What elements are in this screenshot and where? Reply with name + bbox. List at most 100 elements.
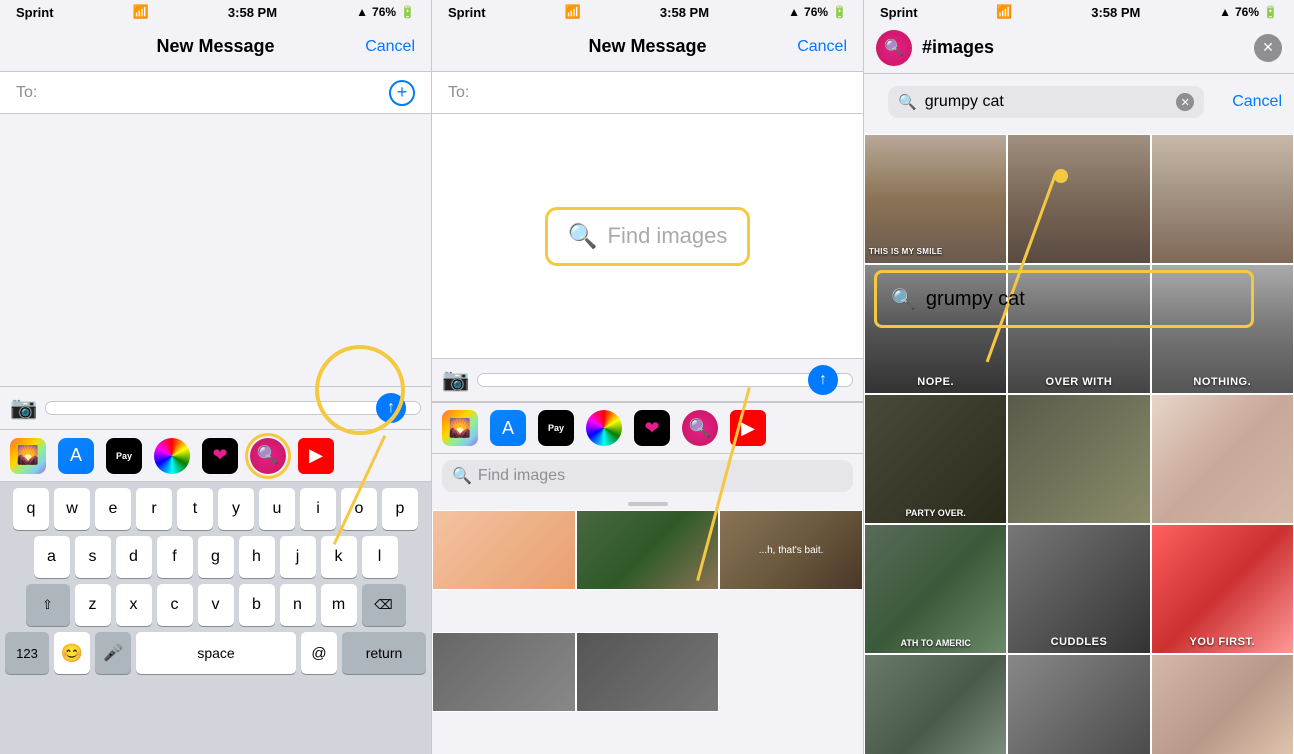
gif-cell-3[interactable]: ...h, that's bait.	[719, 510, 863, 590]
key-z[interactable]: z	[75, 584, 111, 626]
add-recipient-button-1[interactable]: +	[389, 80, 415, 106]
key-o[interactable]: o	[341, 488, 377, 530]
gif-cell-5[interactable]	[576, 632, 720, 712]
key-h[interactable]: h	[239, 536, 275, 578]
appstore-icon-1[interactable]: A	[58, 438, 94, 474]
cuddles-text: CUDDLES	[1051, 636, 1108, 649]
cat-cell-10[interactable]: ATH TO AMERIC	[864, 524, 1007, 654]
cat-cell-4[interactable]: NOPE.	[864, 264, 1007, 394]
cat-cell-9[interactable]	[1151, 394, 1294, 524]
search-bar-3[interactable]: 🔍 ✕	[888, 86, 1204, 118]
key-v[interactable]: v	[198, 584, 234, 626]
search-input-3[interactable]	[925, 93, 1169, 111]
camera-icon-1[interactable]: 📷	[10, 395, 37, 421]
key-y[interactable]: y	[218, 488, 254, 530]
right-icons-2: ▲ 76% 🔋	[788, 5, 847, 19]
key-return[interactable]: return	[342, 632, 426, 674]
key-w[interactable]: w	[54, 488, 90, 530]
gif-cell-inner-1	[433, 511, 575, 589]
cancel-button-1[interactable]: Cancel	[365, 38, 415, 56]
message-input-1[interactable]: ↑	[45, 401, 421, 415]
key-at[interactable]: @	[301, 632, 337, 674]
over-with-text: OVER WITH	[1046, 376, 1113, 389]
key-x[interactable]: x	[116, 584, 152, 626]
gif-cell-4[interactable]	[432, 632, 576, 712]
key-c[interactable]: c	[157, 584, 193, 626]
photos-icon-1[interactable]: 🌄	[10, 438, 46, 474]
appstore-icon-2[interactable]: A	[490, 410, 526, 446]
applepay-icon-2[interactable]: Pay	[538, 410, 574, 446]
right-icons-1: ▲ 76% 🔋	[356, 5, 415, 19]
key-emoji[interactable]: 😊	[54, 632, 90, 674]
cat-cell-7[interactable]: PARTY OVER.	[864, 394, 1007, 524]
key-k[interactable]: k	[321, 536, 357, 578]
message-input-row-1: 📷 ↑	[0, 386, 431, 430]
key-e[interactable]: e	[95, 488, 131, 530]
cat-cell-11[interactable]: CUDDLES	[1007, 524, 1150, 654]
close-images-button[interactable]: ✕	[1254, 34, 1282, 62]
cancel-button-2[interactable]: Cancel	[797, 38, 847, 56]
key-t[interactable]: t	[177, 488, 213, 530]
camera-icon-2[interactable]: 📷	[442, 367, 469, 393]
find-images-search-box[interactable]: 🔍 Find images	[545, 207, 751, 266]
key-delete[interactable]: ⌫	[362, 584, 406, 626]
cat-cell-13[interactable]: I GOT PETTED ONCE	[864, 654, 1007, 754]
cancel-button-3[interactable]: Cancel	[1232, 93, 1282, 111]
cat-cell-inner-7: PARTY OVER.	[865, 395, 1006, 523]
clear-search-button-3[interactable]: ✕	[1176, 93, 1194, 111]
status-bar-3: Sprint 📶 3:58 PM ▲ 76% 🔋	[864, 0, 1294, 22]
youtube-icon-1[interactable]: ▶	[298, 438, 334, 474]
key-d[interactable]: d	[116, 536, 152, 578]
key-shift[interactable]: ⇧	[26, 584, 70, 626]
cat-cell-inner-13: I GOT PETTED ONCE	[865, 655, 1006, 754]
key-a[interactable]: a	[34, 536, 70, 578]
send-button-2[interactable]: ↑	[808, 365, 838, 395]
search-gif-icon-2[interactable]: 🔍	[682, 410, 718, 446]
search-icon-3: 🔍	[898, 93, 917, 111]
to-input-1[interactable]	[43, 84, 389, 102]
key-numbers[interactable]: 123	[5, 632, 49, 674]
key-mic[interactable]: 🎤	[95, 632, 131, 674]
colorful-icon-2[interactable]	[586, 410, 622, 446]
colorful-icon-1[interactable]	[154, 438, 190, 474]
cat-cell-3[interactable]	[1151, 134, 1294, 264]
key-p[interactable]: p	[382, 488, 418, 530]
phone-panel-1: Sprint 📶 3:58 PM ▲ 76% 🔋 New Message Can…	[0, 0, 432, 754]
key-i[interactable]: i	[300, 488, 336, 530]
key-s[interactable]: s	[75, 536, 111, 578]
heart-icon-1[interactable]: ❤	[202, 438, 238, 474]
find-images-bar-2[interactable]: 🔍 Find images	[442, 460, 853, 492]
gif-cell-inner-5	[577, 633, 719, 711]
cat-cell-1[interactable]: THIS IS MY SMILE	[864, 134, 1007, 264]
key-f[interactable]: f	[157, 536, 193, 578]
key-u[interactable]: u	[259, 488, 295, 530]
cat-cell-5[interactable]: OVER WITH	[1007, 264, 1150, 394]
to-input-2[interactable]	[475, 84, 847, 102]
key-l[interactable]: l	[362, 536, 398, 578]
key-space[interactable]: space	[136, 632, 296, 674]
message-input-2[interactable]: ↑	[477, 373, 853, 387]
send-button-1[interactable]: ↑	[376, 393, 406, 423]
cat-cell-6[interactable]: NOTHING.	[1151, 264, 1294, 394]
search-gif-icon-1[interactable]: 🔍	[250, 438, 286, 474]
photos-icon-2[interactable]: 🌄	[442, 410, 478, 446]
battery-2: 76%	[804, 5, 828, 19]
find-images-bar-label: Find images	[478, 467, 565, 485]
cat-cell-14[interactable]	[1007, 654, 1150, 754]
cat-cell-inner-5: OVER WITH	[1008, 265, 1149, 393]
key-q[interactable]: q	[13, 488, 49, 530]
search-row-3: 🔍 ✕ Cancel	[864, 74, 1294, 130]
cat-cell-12[interactable]: YOU FIRST.	[1151, 524, 1294, 654]
key-j[interactable]: j	[280, 536, 316, 578]
scroll-handle-2	[628, 502, 668, 506]
heart-icon-2[interactable]: ❤	[634, 410, 670, 446]
key-g[interactable]: g	[198, 536, 234, 578]
key-r[interactable]: r	[136, 488, 172, 530]
key-n[interactable]: n	[280, 584, 316, 626]
cat-cell-8[interactable]	[1007, 394, 1150, 524]
gif-cell-1[interactable]	[432, 510, 576, 590]
key-b[interactable]: b	[239, 584, 275, 626]
key-m[interactable]: m	[321, 584, 357, 626]
applepay-icon-1[interactable]: Pay	[106, 438, 142, 474]
cat-cell-15[interactable]	[1151, 654, 1294, 754]
